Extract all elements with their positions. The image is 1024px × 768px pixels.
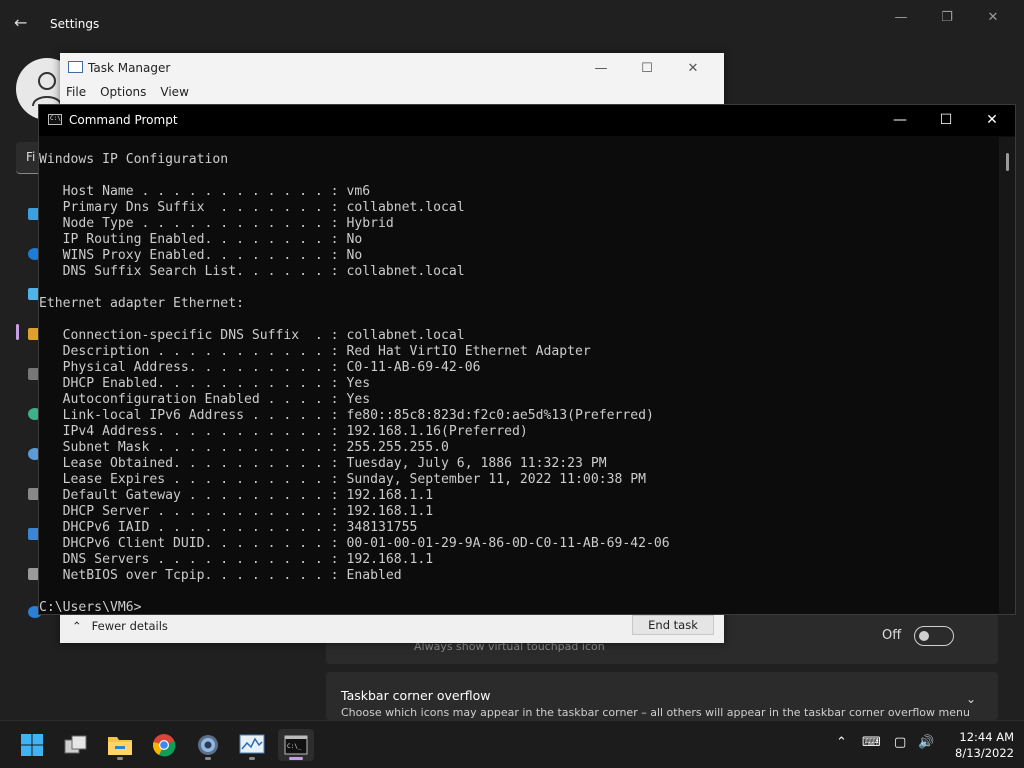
task-manager-icon <box>68 61 83 73</box>
command-prompt-button[interactable]: C:\_ <box>278 729 314 761</box>
console-line: IPv4 Address. . . . . . . . . . . : 192.… <box>39 424 528 439</box>
console-output[interactable]: Windows IP Configuration Host Name . . .… <box>39 152 999 612</box>
console-line: DNS Suffix Search List. . . . . . : coll… <box>39 264 465 279</box>
console-line: C:\Users\VM6> <box>39 600 142 612</box>
running-indicator <box>205 757 211 760</box>
fewer-details-label: Fewer details <box>91 619 168 633</box>
minimize-button[interactable]: — <box>578 57 624 79</box>
task-view-icon <box>64 735 87 754</box>
clock-date: 8/13/2022 <box>955 746 1014 760</box>
terminal-icon: C:\ <box>48 114 62 125</box>
maximize-button[interactable]: ☐ <box>624 57 670 79</box>
menu-file[interactable]: File <box>66 85 86 99</box>
command-prompt-window-controls: — ☐ ✕ <box>877 108 1015 132</box>
start-button[interactable] <box>14 729 50 761</box>
maximize-button[interactable]: ☐ <box>923 108 969 132</box>
settings-button[interactable] <box>190 729 226 761</box>
gear-icon <box>198 735 218 755</box>
speaker-icon[interactable]: 🔊 <box>918 735 934 750</box>
scrollbar-thumb[interactable] <box>1006 153 1009 171</box>
clock-time: 12:44 AM <box>959 730 1014 744</box>
console-scrollbar[interactable] <box>999 137 1015 614</box>
windows-logo-icon <box>21 734 43 756</box>
console-line: Subnet Mask . . . . . . . . . . . : 255.… <box>39 440 449 455</box>
console-line: Default Gateway . . . . . . . . . : 192.… <box>39 488 434 503</box>
taskbar: C:\_ ⌃ ⌨ ▢ 🔊 12:44 AM 8/13/2022 <box>0 720 1024 768</box>
user-icon <box>32 72 62 107</box>
chrome-icon <box>153 734 176 757</box>
command-prompt-window: C:\ Command Prompt — ☐ ✕ Windows IP Conf… <box>38 104 1016 615</box>
task-manager-title: Task Manager <box>88 61 171 75</box>
close-button[interactable]: ✕ <box>969 108 1015 132</box>
nav-selection-indicator <box>16 324 19 340</box>
console-line: DHCP Server . . . . . . . . . . . : 192.… <box>39 504 434 519</box>
chrome-button[interactable] <box>146 729 182 761</box>
close-button[interactable]: ✕ <box>670 57 716 79</box>
close-button[interactable]: ✕ <box>970 6 1016 28</box>
console-line: NetBIOS over Tcpip. . . . . . . . : Enab… <box>39 568 402 583</box>
console-line: DHCPv6 IAID . . . . . . . . . . . : 3481… <box>39 520 418 535</box>
task-manager-button[interactable] <box>234 729 270 761</box>
task-manager-window-controls: — ☐ ✕ <box>578 57 716 79</box>
svg-text:C:\_: C:\_ <box>287 743 302 750</box>
console-line: IP Routing Enabled. . . . . . . . : No <box>39 232 363 247</box>
menu-options[interactable]: Options <box>100 85 146 99</box>
console-line: Autoconfiguration Enabled . . . . : Yes <box>39 392 371 407</box>
task-manager-icon <box>239 734 265 754</box>
active-indicator <box>289 757 303 760</box>
console-line: DHCP Enabled. . . . . . . . . . . : Yes <box>39 376 371 391</box>
console-line: Ethernet adapter Ethernet: <box>39 296 244 311</box>
console-line: Host Name . . . . . . . . . . . . : vm6 <box>39 184 371 199</box>
file-explorer-button[interactable] <box>102 729 138 761</box>
overflow-card-title: Taskbar corner overflow <box>341 688 491 703</box>
fewer-details-link[interactable]: ⌃ Fewer details <box>72 619 168 633</box>
settings-window-controls: — ❐ ✕ <box>878 6 1016 28</box>
task-manager-footer: ⌃ Fewer details End task <box>60 613 724 643</box>
taskbar-clock[interactable]: 12:44 AM 8/13/2022 <box>944 729 1014 761</box>
console-line: Windows IP Configuration <box>39 152 229 167</box>
running-indicator <box>249 757 255 760</box>
minimize-button[interactable]: — <box>878 6 924 28</box>
console-line: Lease Obtained. . . . . . . . . . : Tues… <box>39 456 607 471</box>
console-line: Description . . . . . . . . . . . : Red … <box>39 344 591 359</box>
taskbar-overflow-card[interactable]: Taskbar corner overflow Choose which ico… <box>326 672 998 720</box>
overflow-card-subtitle: Choose which icons may appear in the tas… <box>341 706 970 719</box>
maximize-button[interactable]: ❐ <box>924 6 970 28</box>
toggle-state-label: Off <box>882 628 902 643</box>
console-line: Node Type . . . . . . . . . . . . : Hybr… <box>39 216 394 231</box>
running-indicator <box>117 757 123 760</box>
console-line: DNS Servers . . . . . . . . . . . : 192.… <box>39 552 434 567</box>
keyboard-icon[interactable]: ⌨ <box>862 735 881 750</box>
minimize-button[interactable]: — <box>877 108 923 132</box>
terminal-icon: C:\_ <box>284 735 308 755</box>
end-task-button[interactable]: End task <box>632 615 714 635</box>
console-line: Physical Address. . . . . . . . . : C0-1… <box>39 360 481 375</box>
touchpad-toggle[interactable] <box>914 626 954 646</box>
network-icon[interactable]: ▢ <box>894 735 906 750</box>
console-line: Connection-specific DNS Suffix . : colla… <box>39 328 465 343</box>
console-line: WINS Proxy Enabled. . . . . . . . : No <box>39 248 363 263</box>
folder-icon <box>108 737 132 755</box>
console-line: DHCPv6 Client DUID. . . . . . . . : 00-0… <box>39 536 670 551</box>
chevron-down-icon[interactable]: ⌄ <box>966 692 976 706</box>
settings-title: Settings <box>50 17 100 31</box>
command-prompt-titlebar[interactable]: C:\ Command Prompt — ☐ ✕ <box>39 105 1015 136</box>
console-line: Primary Dns Suffix . . . . . . . : colla… <box>39 200 465 215</box>
chevron-up-icon: ⌃ <box>72 619 82 633</box>
back-arrow-icon[interactable]: ← <box>14 13 34 33</box>
task-manager-menubar: File Options View <box>66 85 189 99</box>
console-line: Link-local IPv6 Address . . . . . : fe80… <box>39 408 654 423</box>
console-line: Lease Expires . . . . . . . . . . : Sund… <box>39 472 646 487</box>
chevron-up-icon[interactable]: ⌃ <box>836 735 847 750</box>
task-view-button[interactable] <box>58 729 94 761</box>
command-prompt-title: Command Prompt <box>69 113 178 127</box>
menu-view[interactable]: View <box>160 85 188 99</box>
